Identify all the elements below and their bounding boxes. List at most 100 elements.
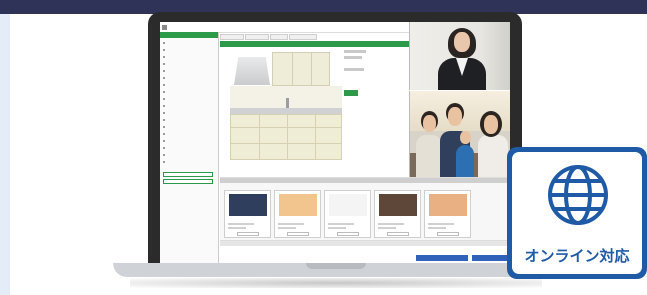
sidebar-item[interactable] (163, 55, 213, 59)
tab[interactable] (289, 34, 317, 40)
sidebar-item[interactable] (163, 41, 213, 45)
sidebar-item[interactable] (163, 160, 213, 164)
swatch-panel-title (220, 178, 510, 183)
swatch-card[interactable] (274, 190, 321, 238)
swatch-text-placeholder (228, 227, 246, 229)
bullet-icon (163, 154, 165, 156)
swatch-card[interactable] (374, 190, 421, 238)
swatch-text-placeholder (328, 227, 346, 229)
swatch-panel (220, 177, 510, 240)
tab[interactable] (270, 34, 288, 40)
badge-inner: オンライン対応 (512, 152, 642, 274)
operator-face (454, 32, 470, 52)
badge-label: オンライン対応 (524, 247, 630, 265)
bullet-icon (163, 63, 165, 65)
sidebar-item[interactable] (163, 48, 213, 52)
bullet-icon (163, 140, 165, 142)
child-face (460, 131, 471, 144)
child-body (456, 145, 474, 177)
swatch-select-button[interactable] (437, 232, 459, 236)
footer-bar (220, 241, 510, 246)
swatch-select-button[interactable] (287, 232, 309, 236)
tab-bar (220, 34, 420, 40)
sidebar-item[interactable] (163, 153, 213, 157)
sidebar-item[interactable] (163, 76, 213, 80)
swatch-text-placeholder (378, 227, 396, 229)
footer-action-button[interactable] (472, 255, 508, 261)
swatch-text-placeholder (278, 223, 304, 225)
tab[interactable] (245, 34, 269, 40)
sidebar-action-button[interactable] (163, 179, 213, 184)
bullet-icon (163, 70, 165, 72)
sidebar-item[interactable] (163, 125, 213, 129)
bullet-icon (163, 126, 165, 128)
person-face (448, 107, 462, 126)
bullet-icon (163, 49, 165, 51)
person-face (484, 115, 498, 134)
sidebar-item[interactable] (163, 90, 213, 94)
lower-cabinet (230, 114, 342, 160)
tab[interactable] (220, 34, 244, 40)
laptop-shadow (130, 278, 542, 288)
swatch-select-button[interactable] (387, 232, 409, 236)
laptop-notch (306, 263, 366, 269)
bullet-icon (163, 105, 165, 107)
bullet-icon (163, 98, 165, 100)
swatch-card[interactable] (324, 190, 371, 238)
person-body (416, 135, 442, 177)
color-chip[interactable] (229, 194, 267, 216)
color-chip[interactable] (279, 194, 317, 216)
swatch-select-button[interactable] (237, 232, 259, 236)
footer-action-button[interactable] (416, 255, 468, 261)
upper-cabinet (272, 52, 330, 86)
person-face (423, 115, 436, 132)
sidebar-item[interactable] (163, 118, 213, 122)
bullet-icon (163, 161, 165, 163)
sidebar-item[interactable] (163, 69, 213, 73)
logo-icon (162, 24, 167, 30)
globe-icon (548, 165, 608, 225)
left-rail (0, 14, 10, 295)
color-chip[interactable] (429, 194, 467, 216)
footer-panel (220, 240, 510, 265)
bullet-icon (163, 147, 165, 149)
swatch-text-placeholder (378, 223, 404, 225)
app-logo[interactable] (162, 24, 169, 30)
sidebar-item[interactable] (163, 146, 213, 150)
color-chip[interactable] (379, 194, 417, 216)
range-hood (234, 57, 270, 85)
sidebar-item[interactable] (163, 83, 213, 87)
swatch-text-placeholder (328, 223, 354, 225)
spec-action-button[interactable] (344, 90, 358, 96)
swatch-text-placeholder (428, 223, 454, 225)
swatch-card[interactable] (224, 190, 271, 238)
sidebar-action-button[interactable] (163, 172, 213, 177)
sidebar-item[interactable] (163, 97, 213, 101)
online-support-badge: オンライン対応 (507, 147, 647, 279)
video-pane-operator (409, 22, 510, 90)
swatch-select-button[interactable] (337, 232, 359, 236)
bullet-icon (163, 112, 165, 114)
sidebar-title (160, 32, 218, 38)
sidebar-item[interactable] (163, 62, 213, 66)
sidebar-item[interactable] (163, 111, 213, 115)
swatch-text-placeholder (228, 223, 254, 225)
faucet (286, 98, 289, 108)
bullet-icon (163, 119, 165, 121)
swatch-text-placeholder (428, 227, 446, 229)
color-chip[interactable] (329, 194, 367, 216)
sidebar-item[interactable] (163, 139, 213, 143)
spec-placeholder (344, 56, 362, 59)
swatch-card[interactable] (424, 190, 471, 238)
bullet-icon (163, 84, 165, 86)
bullet-icon (163, 42, 165, 44)
sidebar-item[interactable] (163, 132, 213, 136)
swatch-text-placeholder (278, 227, 296, 229)
spec-panel (344, 46, 414, 106)
spec-placeholder (344, 50, 366, 53)
bullet-icon (163, 77, 165, 79)
bullet-icon (163, 91, 165, 93)
sidebar-item[interactable] (163, 104, 213, 108)
bullet-icon (163, 56, 165, 58)
sidebar (160, 32, 219, 265)
